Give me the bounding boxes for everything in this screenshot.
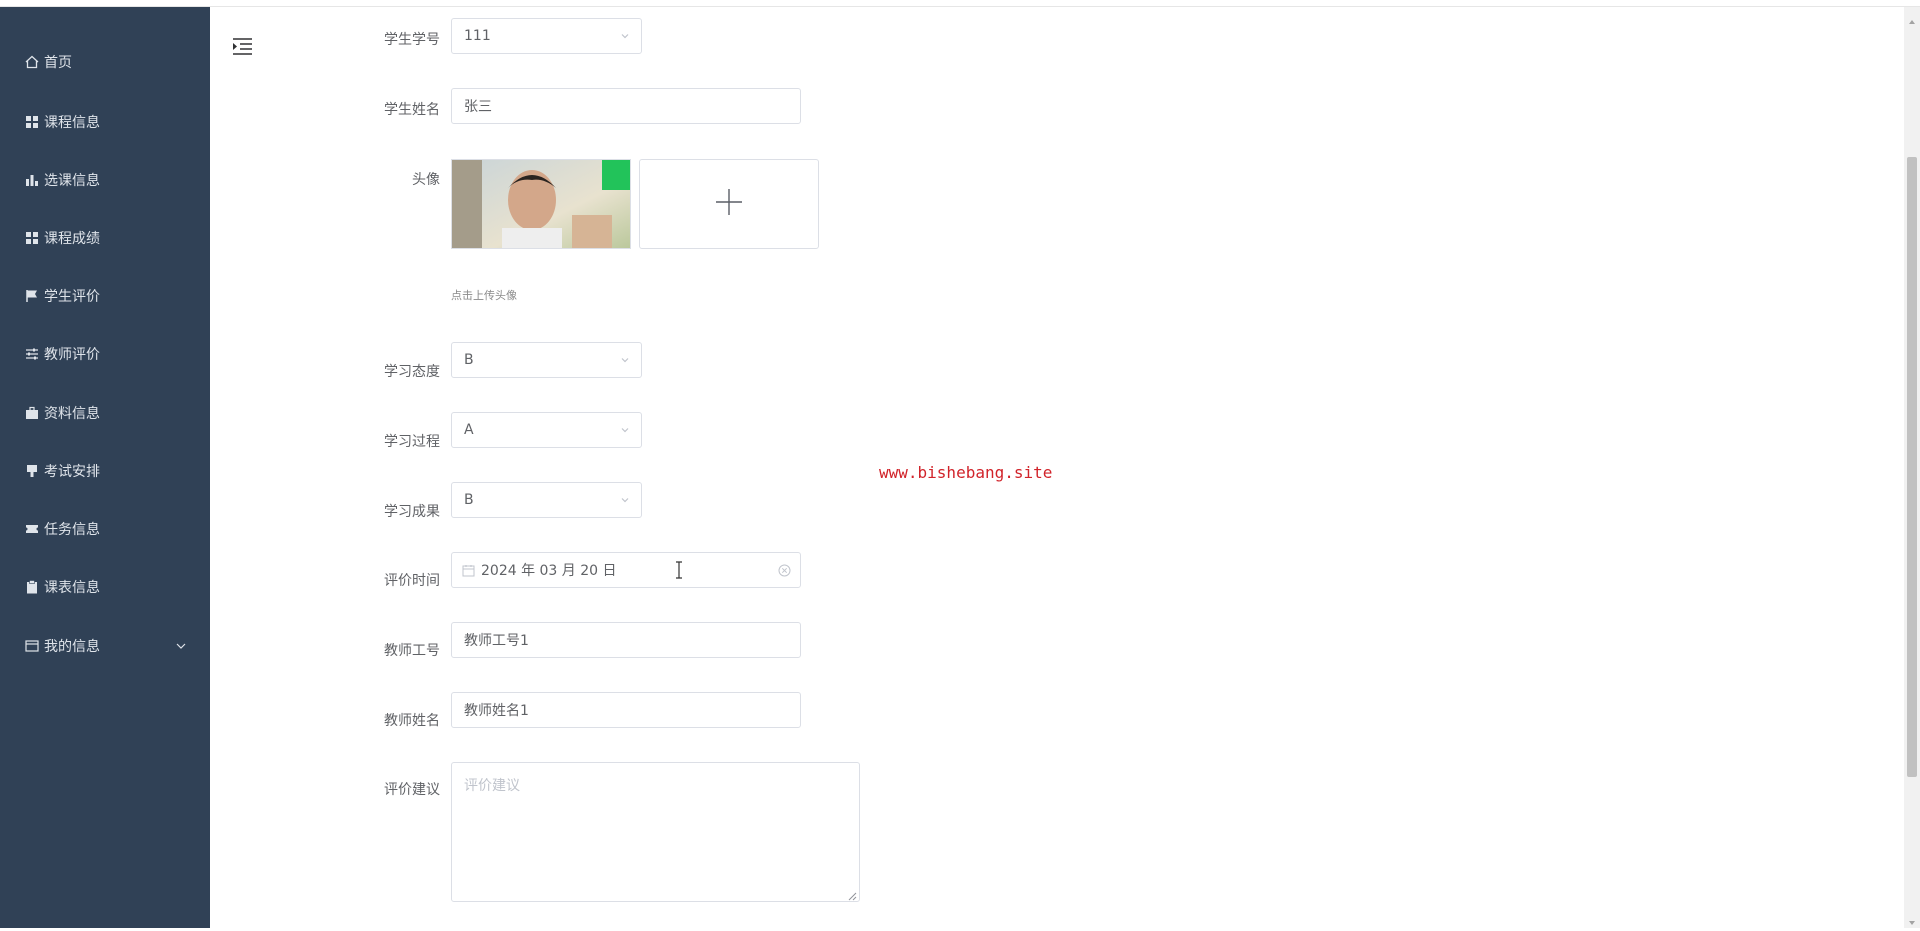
briefcase-icon	[24, 405, 40, 421]
teacher-name-label: 教师姓名	[384, 713, 440, 729]
student-no-value: 111	[464, 28, 491, 44]
sidebar-item-tasks[interactable]: 任务信息	[0, 500, 210, 558]
sidebar-item-home[interactable]: 首页	[0, 33, 210, 91]
menu-toggle-icon[interactable]	[232, 35, 256, 57]
ticket-icon	[24, 521, 40, 537]
calendar-icon	[462, 564, 475, 577]
sidebar-item-materials[interactable]: 资料信息	[0, 384, 210, 442]
chevron-down-icon	[619, 354, 631, 366]
suggestion-textarea[interactable]: 评价建议	[451, 762, 860, 902]
resize-handle-icon[interactable]	[847, 889, 857, 901]
process-value: A	[464, 422, 474, 438]
avatar-label: 头像	[412, 172, 440, 188]
sliders-icon	[24, 346, 40, 362]
top-border	[0, 0, 1920, 7]
sidebar-item-my-info[interactable]: 我的信息	[0, 617, 210, 675]
process-label: 学习过程	[384, 434, 440, 450]
grid-icon	[24, 114, 40, 130]
sidebar-item-exams[interactable]: 考试安排	[0, 442, 210, 500]
attitude-value: B	[464, 352, 474, 368]
chevron-down-icon	[619, 30, 631, 42]
teacher-name-input[interactable]: 教师姓名1	[451, 692, 801, 728]
result-value: B	[464, 492, 474, 508]
student-name-input[interactable]: 张三	[451, 88, 801, 124]
scroll-down-icon[interactable]	[1908, 912, 1916, 925]
eval-time-value: 2024 年 03 月 20 日	[481, 563, 617, 579]
attitude-label: 学习态度	[384, 364, 440, 380]
eval-time-label: 评价时间	[384, 573, 440, 589]
sidebar-item-label: 教师评价	[44, 347, 100, 363]
chevron-down-icon	[619, 494, 631, 506]
sidebar-item-label: 课表信息	[44, 580, 100, 596]
sidebar-item-teacher-eval[interactable]: 教师评价	[0, 325, 210, 383]
sidebar-item-label: 课程信息	[44, 115, 100, 131]
sidebar: 首页 课程信息 选课信息 课程成绩 学生评价 教师评价 资料信息 考试安排 任务…	[0, 7, 210, 928]
sidebar-item-selections[interactable]: 选课信息	[0, 151, 210, 209]
teacher-no-value: 教师工号1	[464, 633, 529, 649]
sidebar-item-grades[interactable]: 课程成绩	[0, 209, 210, 267]
chevron-down-icon	[174, 639, 188, 653]
plus-icon	[715, 188, 743, 220]
teacher-name-value: 教师姓名1	[464, 703, 529, 719]
suggestion-label: 评价建议	[384, 782, 440, 798]
home-icon	[24, 54, 40, 70]
student-name-value: 张三	[464, 99, 492, 115]
clear-circle-icon[interactable]	[778, 564, 791, 581]
sidebar-item-label: 课程成绩	[44, 231, 100, 247]
watermark-text: www.bishebang.site	[879, 463, 1053, 482]
avatar-image[interactable]	[451, 159, 631, 249]
scrollbar-thumb[interactable]	[1907, 157, 1917, 777]
suggestion-placeholder: 评价建议	[464, 778, 520, 794]
sidebar-item-label: 我的信息	[44, 639, 100, 655]
sidebar-item-label: 任务信息	[44, 522, 100, 538]
sidebar-item-label: 选课信息	[44, 173, 100, 189]
sidebar-item-timetable[interactable]: 课表信息	[0, 558, 210, 616]
result-select[interactable]: B	[451, 482, 642, 518]
process-select[interactable]: A	[451, 412, 642, 448]
page-scrollbar[interactable]	[1904, 7, 1920, 928]
chevron-down-icon	[619, 424, 631, 436]
sidebar-item-label: 考试安排	[44, 464, 100, 480]
student-no-label: 学生学号	[384, 32, 440, 48]
student-no-select[interactable]: 111	[451, 18, 642, 54]
attitude-select[interactable]: B	[451, 342, 642, 378]
sidebar-item-student-eval[interactable]: 学生评价	[0, 267, 210, 325]
student-name-label: 学生姓名	[384, 102, 440, 118]
sidebar-item-label: 学生评价	[44, 289, 100, 305]
teacher-no-label: 教师工号	[384, 643, 440, 659]
scroll-up-icon[interactable]	[1908, 11, 1916, 24]
sidebar-item-label: 资料信息	[44, 406, 100, 422]
grid-icon	[24, 230, 40, 246]
stamp-icon	[24, 463, 40, 479]
eval-time-datepicker[interactable]: 2024 年 03 月 20 日	[451, 552, 801, 588]
id-card-icon	[24, 638, 40, 654]
bar-chart-icon	[24, 172, 40, 188]
clipboard-icon	[24, 579, 40, 595]
avatar-upload-button[interactable]	[639, 159, 819, 249]
result-label: 学习成果	[384, 504, 440, 520]
flag-icon	[24, 288, 40, 304]
text-cursor-icon	[674, 561, 684, 583]
avatar-upload-hint: 点击上传头像	[451, 289, 517, 302]
main-content: 学生学号 111 学生姓名 张三 头像 点击上传头像 学习态度 B 学习过程 A…	[210, 7, 1920, 928]
sidebar-item-courses[interactable]: 课程信息	[0, 93, 210, 151]
sidebar-item-label: 首页	[44, 55, 72, 71]
teacher-no-input[interactable]: 教师工号1	[451, 622, 801, 658]
